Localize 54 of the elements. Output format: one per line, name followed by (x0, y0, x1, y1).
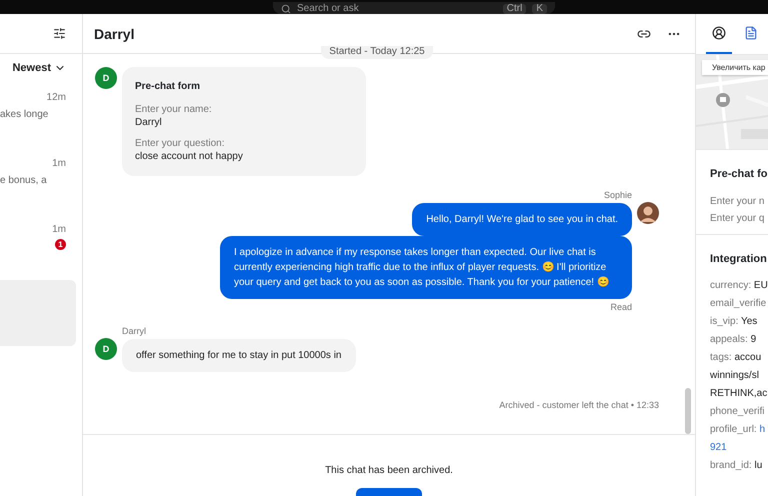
filter-icon (53, 27, 66, 40)
chat-start-label: Started - Today 12:25 (321, 46, 433, 59)
filter-button[interactable] (53, 27, 66, 40)
integration-field: profile_url: h (710, 423, 768, 437)
integration-field: currency: EU (710, 279, 768, 293)
profile-link[interactable]: 921 (710, 441, 768, 455)
sender-name: Sophie (604, 190, 632, 200)
section-title: Pre-chat fo (710, 168, 768, 180)
conversation-item[interactable]: 1m 1 (0, 214, 76, 280)
form-field-label: Enter your n (710, 196, 766, 207)
conversation-snippet: e bonus, a (0, 175, 47, 186)
integration-field: RETHINK,ac (710, 387, 768, 401)
integration-field: appeals: 9 (710, 333, 768, 347)
map-zoom-button[interactable]: Увеличить кар (702, 60, 768, 75)
read-status: Read (610, 302, 632, 312)
chat-title: Darryl (94, 26, 136, 42)
customer-message: offer something for me to stay in put 10000s in (122, 339, 356, 372)
scrollbar[interactable] (685, 388, 691, 434)
integration-field: phone_verifi (710, 405, 768, 419)
search-bar[interactable]: Search or ask Ctrl K (273, 2, 555, 14)
sender-name: Darryl (122, 326, 146, 336)
form-field-label: Enter your q (710, 213, 766, 224)
unread-badge: 1 (55, 239, 66, 250)
conversation-time: 1m (52, 224, 66, 235)
form-value: Darryl (135, 117, 163, 128)
agent-message: I apologize in advance if my response takes longer than expected. Our live chat is currently experiencing high traffic due to the influx of player requests. 😊 I'll prioritize your query and get back to you as soon as possible. Thank you for your patience! 😊 (220, 236, 632, 299)
form-label: Enter your question: (135, 138, 226, 149)
form-label: Enter your name: (135, 104, 213, 115)
archived-notice: Archived - customer left the chat • 12:33 (499, 400, 659, 410)
agent-avatar (637, 202, 659, 224)
document-icon (744, 26, 758, 40)
agent-message: Hello, Darryl! We're glad to see you in chat. (412, 203, 632, 236)
integration-field: email_verifie (710, 297, 768, 311)
conversation-item[interactable]: 12m akes longe (0, 82, 76, 148)
conversation-snippet: akes longe (0, 109, 48, 120)
integration-field: brand_id: lu (710, 459, 768, 473)
integration-field: winnings/sl (710, 369, 768, 383)
action-button[interactable] (356, 488, 422, 496)
shortcut-key: Ctrl (502, 4, 526, 14)
sort-dropdown[interactable]: Newest (12, 62, 66, 74)
integration-field: is_vip: Yes (710, 315, 768, 329)
search-icon (281, 4, 291, 14)
form-value: close account not happy (135, 151, 244, 162)
archived-message: This chat has been archived. (325, 465, 453, 476)
customer-avatar: D (95, 67, 117, 89)
conversation-time: 12m (46, 92, 66, 103)
section-title: Integration (710, 253, 768, 265)
customer-avatar: D (95, 338, 117, 360)
integration-field: tags: accou (710, 351, 768, 365)
conversation-item[interactable]: 1m e bonus, a (0, 148, 76, 214)
person-icon (712, 26, 726, 40)
shortcut-key: K (532, 4, 547, 14)
conversation-time: 1m (52, 158, 66, 169)
form-title: Pre-chat form (135, 81, 202, 92)
